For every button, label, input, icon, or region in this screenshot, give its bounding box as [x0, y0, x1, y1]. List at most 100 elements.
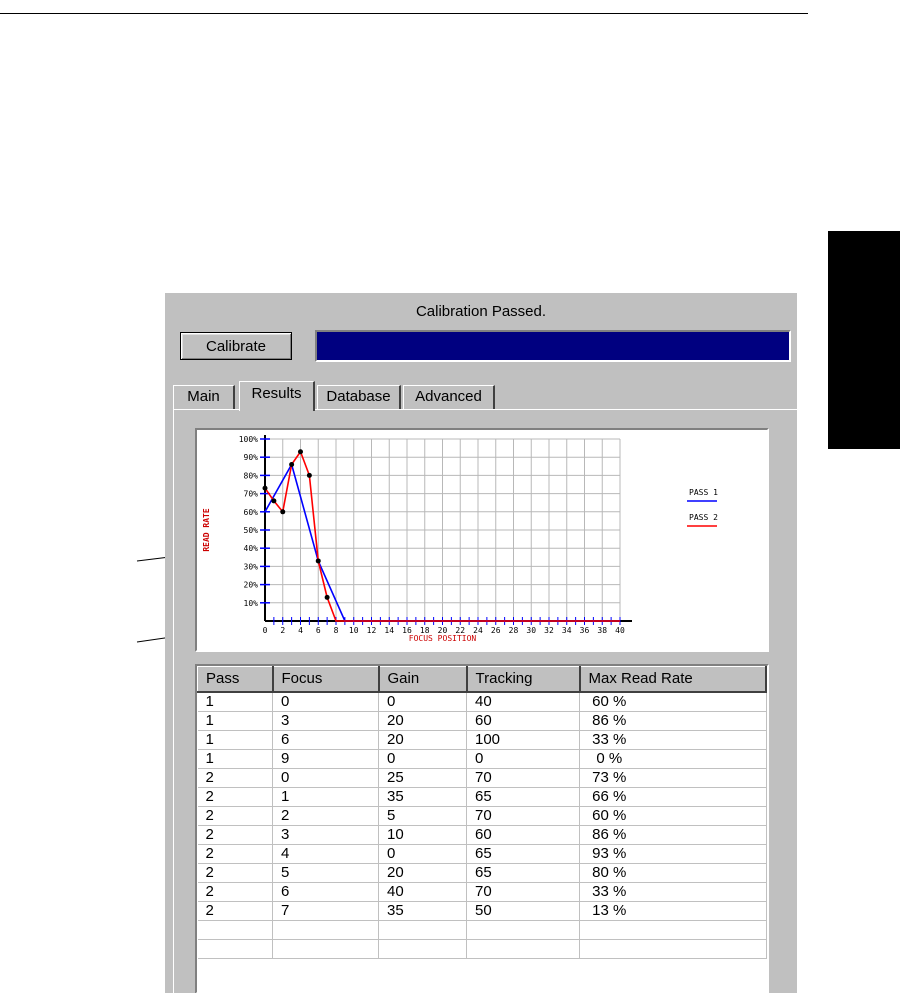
chart-y-tick-label: 60%: [244, 508, 259, 517]
grid-cell: 5: [378, 806, 467, 826]
grid-cell: 1: [197, 711, 273, 731]
chart-data-point: [262, 485, 268, 491]
grid-cell: [466, 920, 580, 940]
grid-cell: 0: [466, 749, 580, 769]
chart-data-point: [306, 472, 312, 478]
grid-cell: 65: [466, 844, 580, 864]
grid-cell: 5: [272, 863, 379, 883]
grid-cell: 20: [378, 863, 467, 883]
table-row[interactable]: 1 3 20 60 86 %: [197, 711, 767, 731]
calibration-status: Calibration Passed.: [415, 303, 547, 320]
calibrate-button[interactable]: Calibrate: [180, 332, 292, 360]
results-panel: 10% 20% 30% 40% 50% 60% 70% 80% 90% 100% 0 2 4 6 8 10 12…: [173, 409, 797, 993]
grid-cell: 2: [197, 768, 273, 788]
grid-cell: 40: [378, 882, 467, 902]
grid-cell: 6: [272, 882, 379, 902]
tab-results[interactable]: Results: [239, 381, 315, 411]
table-row[interactable]: 2 0 25 70 73 %: [197, 768, 767, 788]
table-row[interactable]: 2 3 10 60 86 %: [197, 825, 767, 845]
chart-legend-label: PASS 1: [689, 488, 718, 497]
grid-cell: 2: [197, 882, 273, 902]
grid-cell: 9: [272, 749, 379, 769]
table-row[interactable]: 2 5 20 65 80 %: [197, 863, 767, 883]
grid-column-header[interactable]: Pass: [197, 666, 274, 693]
results-grid[interactable]: Pass Focus Gain Tracking Max Read Rate 1 0 0 40…: [195, 664, 769, 993]
chart-x-tick-label: 26: [491, 626, 501, 635]
grid-cell: 80 %: [579, 863, 767, 883]
grid-cell: 1: [197, 730, 273, 750]
grid-cell: 13 %: [579, 901, 767, 921]
chart-y-tick-label: 50%: [244, 526, 259, 535]
chart-data-point: [324, 594, 330, 600]
progress-fill: [317, 332, 789, 360]
table-row[interactable]: [197, 920, 767, 940]
calibration-progress-bar: [315, 330, 791, 362]
grid-cell: 20: [378, 730, 467, 750]
chart-x-tick-label: 30: [526, 626, 536, 635]
table-row[interactable]: 2 7 35 50 13 %: [197, 901, 767, 921]
read-rate-chart: 10% 20% 30% 40% 50% 60% 70% 80% 90% 100% 0 2 4 6 8 10 12…: [195, 428, 769, 652]
grid-cell: 1: [197, 749, 273, 769]
grid-cell: [197, 939, 273, 959]
grid-cell: 1: [272, 787, 379, 807]
chart-y-axis-label: READ RATE: [202, 508, 211, 552]
grid-cell: 33 %: [579, 730, 767, 750]
grid-cell: 40: [466, 691, 580, 712]
grid-cell: 65: [466, 787, 580, 807]
grid-cell: 0: [378, 844, 467, 864]
chart-data-point: [298, 449, 303, 455]
table-row[interactable]: 2 2 5 70 60 %: [197, 806, 767, 826]
grid-column-header[interactable]: Max Read Rate: [579, 666, 767, 693]
grid-column-header[interactable]: Tracking: [466, 666, 581, 693]
table-row[interactable]: 2 6 40 70 33 %: [197, 882, 767, 902]
grid-cell: 1: [197, 691, 273, 712]
tab-advanced[interactable]: Advanced: [403, 385, 495, 409]
tab-database[interactable]: Database: [317, 385, 401, 409]
chart-y-tick-label: 70%: [244, 490, 259, 499]
grid-cell: 70: [466, 806, 580, 826]
chart-x-tick-label: 8: [334, 626, 339, 635]
grid-cell: 35: [378, 787, 467, 807]
grid-cell: 0: [272, 768, 379, 788]
chart-x-axis-label: FOCUS POSITION: [409, 634, 477, 643]
grid-column-header[interactable]: Gain: [378, 666, 468, 693]
table-row[interactable]: 2 4 0 65 93 %: [197, 844, 767, 864]
chart-data-point: [280, 509, 286, 515]
grid-cell: 0: [272, 691, 379, 712]
table-row[interactable]: [197, 939, 767, 959]
chart-x-tick-label: 12: [367, 626, 377, 635]
grid-cell: 60 %: [579, 806, 767, 826]
table-row[interactable]: 1 6 20 100 33 %: [197, 730, 767, 750]
table-row[interactable]: 1900 0 %: [197, 749, 767, 769]
grid-cell: 0: [378, 749, 467, 769]
chart-canvas: 10% 20% 30% 40% 50% 60% 70% 80% 90% 100% 0 2 4 6 8 10 12…: [202, 435, 718, 643]
grid-cell: 86 %: [579, 711, 767, 731]
grid-cell: [579, 920, 767, 940]
grid-cell: 6: [272, 730, 379, 750]
calibration-window: Calibration Passed. Calibrate Main Resul…: [165, 293, 797, 993]
chart-y-tick-label: 10%: [244, 599, 259, 608]
table-row[interactable]: 2 1 35 65 66 %: [197, 787, 767, 807]
grid-cell: 25: [378, 768, 467, 788]
chart-x-tick-label: 0: [263, 626, 268, 635]
grid-cell: 2: [197, 825, 273, 845]
chart-x-tick-label: 38: [597, 626, 607, 635]
chart-x-tick-label: 32: [544, 626, 554, 635]
tab-main[interactable]: Main: [173, 385, 235, 409]
table-row[interactable]: 1 0 0 40 60 %: [197, 691, 767, 712]
chart-data-point: [289, 461, 295, 467]
grid-cell: 2: [197, 787, 273, 807]
grid-cell: [197, 920, 273, 940]
grid-cell: 0: [378, 691, 467, 712]
chart-x-tick-label: 2: [280, 626, 285, 635]
grid-cell: 10: [378, 825, 467, 845]
grid-cell: 2: [197, 844, 273, 864]
grid-cell: [272, 939, 379, 959]
chart-x-tick-label: 10: [349, 626, 359, 635]
chart-y-tick-label: 30%: [244, 562, 259, 571]
grid-cell: [466, 939, 580, 959]
grid-cell: 4: [272, 844, 379, 864]
grid-cell: 0 %: [579, 749, 767, 769]
grid-column-header[interactable]: Focus: [272, 666, 380, 693]
grid-cell: 2: [197, 806, 273, 826]
